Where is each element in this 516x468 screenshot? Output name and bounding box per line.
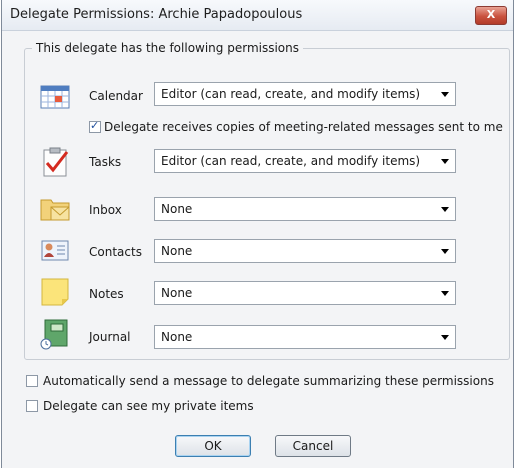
chevron-down-icon	[441, 249, 449, 254]
permissions-group-title: This delegate has the following permissi…	[32, 41, 304, 55]
calendar-icon	[40, 85, 70, 109]
journal-icon	[40, 319, 68, 350]
close-icon: X	[486, 8, 496, 21]
title-bar: Delegate Permissions: Archie Papadopoulo…	[2, 0, 513, 31]
journal-label: Journal	[89, 330, 131, 344]
tasks-permission-select[interactable]: Editor (can read, create, and modify ite…	[154, 149, 456, 173]
contacts-permission-select[interactable]: None	[154, 239, 456, 263]
contacts-permission-value: None	[161, 244, 193, 258]
inbox-label: Inbox	[89, 203, 122, 217]
notes-icon	[41, 278, 69, 306]
inbox-permission-value: None	[161, 202, 193, 216]
calendar-permission-value: Editor (can read, create, and modify ite…	[161, 87, 421, 101]
notes-permission-value: None	[161, 286, 193, 300]
chevron-down-icon	[441, 335, 449, 340]
meeting-copies-label: Delegate receives copies of meeting-rela…	[104, 120, 503, 134]
meeting-copies-checkbox[interactable]	[89, 119, 101, 133]
private-items-checkbox[interactable]	[26, 400, 38, 412]
chevron-down-icon	[441, 291, 449, 296]
notes-label: Notes	[89, 287, 124, 301]
journal-permission-select[interactable]: None	[154, 325, 456, 349]
calendar-permission-select[interactable]: Editor (can read, create, and modify ite…	[154, 82, 456, 106]
ok-button[interactable]: OK	[175, 435, 251, 457]
inbox-permission-select[interactable]: None	[154, 197, 456, 221]
contacts-icon	[41, 240, 69, 261]
tasks-icon	[43, 147, 69, 177]
dialog-title: Delegate Permissions: Archie Papadopoulo…	[10, 7, 303, 22]
auto-send-summary-checkbox[interactable]	[26, 375, 38, 387]
tasks-permission-value: Editor (can read, create, and modify ite…	[161, 154, 421, 168]
tasks-label: Tasks	[89, 155, 122, 169]
chevron-down-icon	[441, 92, 449, 97]
contacts-label: Contacts	[89, 245, 142, 259]
delegate-permissions-dialog: Delegate Permissions: Archie Papadopoulo…	[1, 0, 514, 468]
calendar-label: Calendar	[89, 89, 143, 103]
close-button[interactable]: X	[475, 6, 507, 25]
private-items-label: Delegate can see my private items	[43, 399, 254, 413]
chevron-down-icon	[441, 159, 449, 164]
chevron-down-icon	[441, 207, 449, 212]
journal-permission-value: None	[161, 330, 193, 344]
auto-send-summary-label: Automatically send a message to delegate…	[43, 374, 494, 388]
inbox-icon	[40, 199, 70, 221]
cancel-button[interactable]: Cancel	[275, 435, 351, 457]
notes-permission-select[interactable]: None	[154, 281, 456, 305]
